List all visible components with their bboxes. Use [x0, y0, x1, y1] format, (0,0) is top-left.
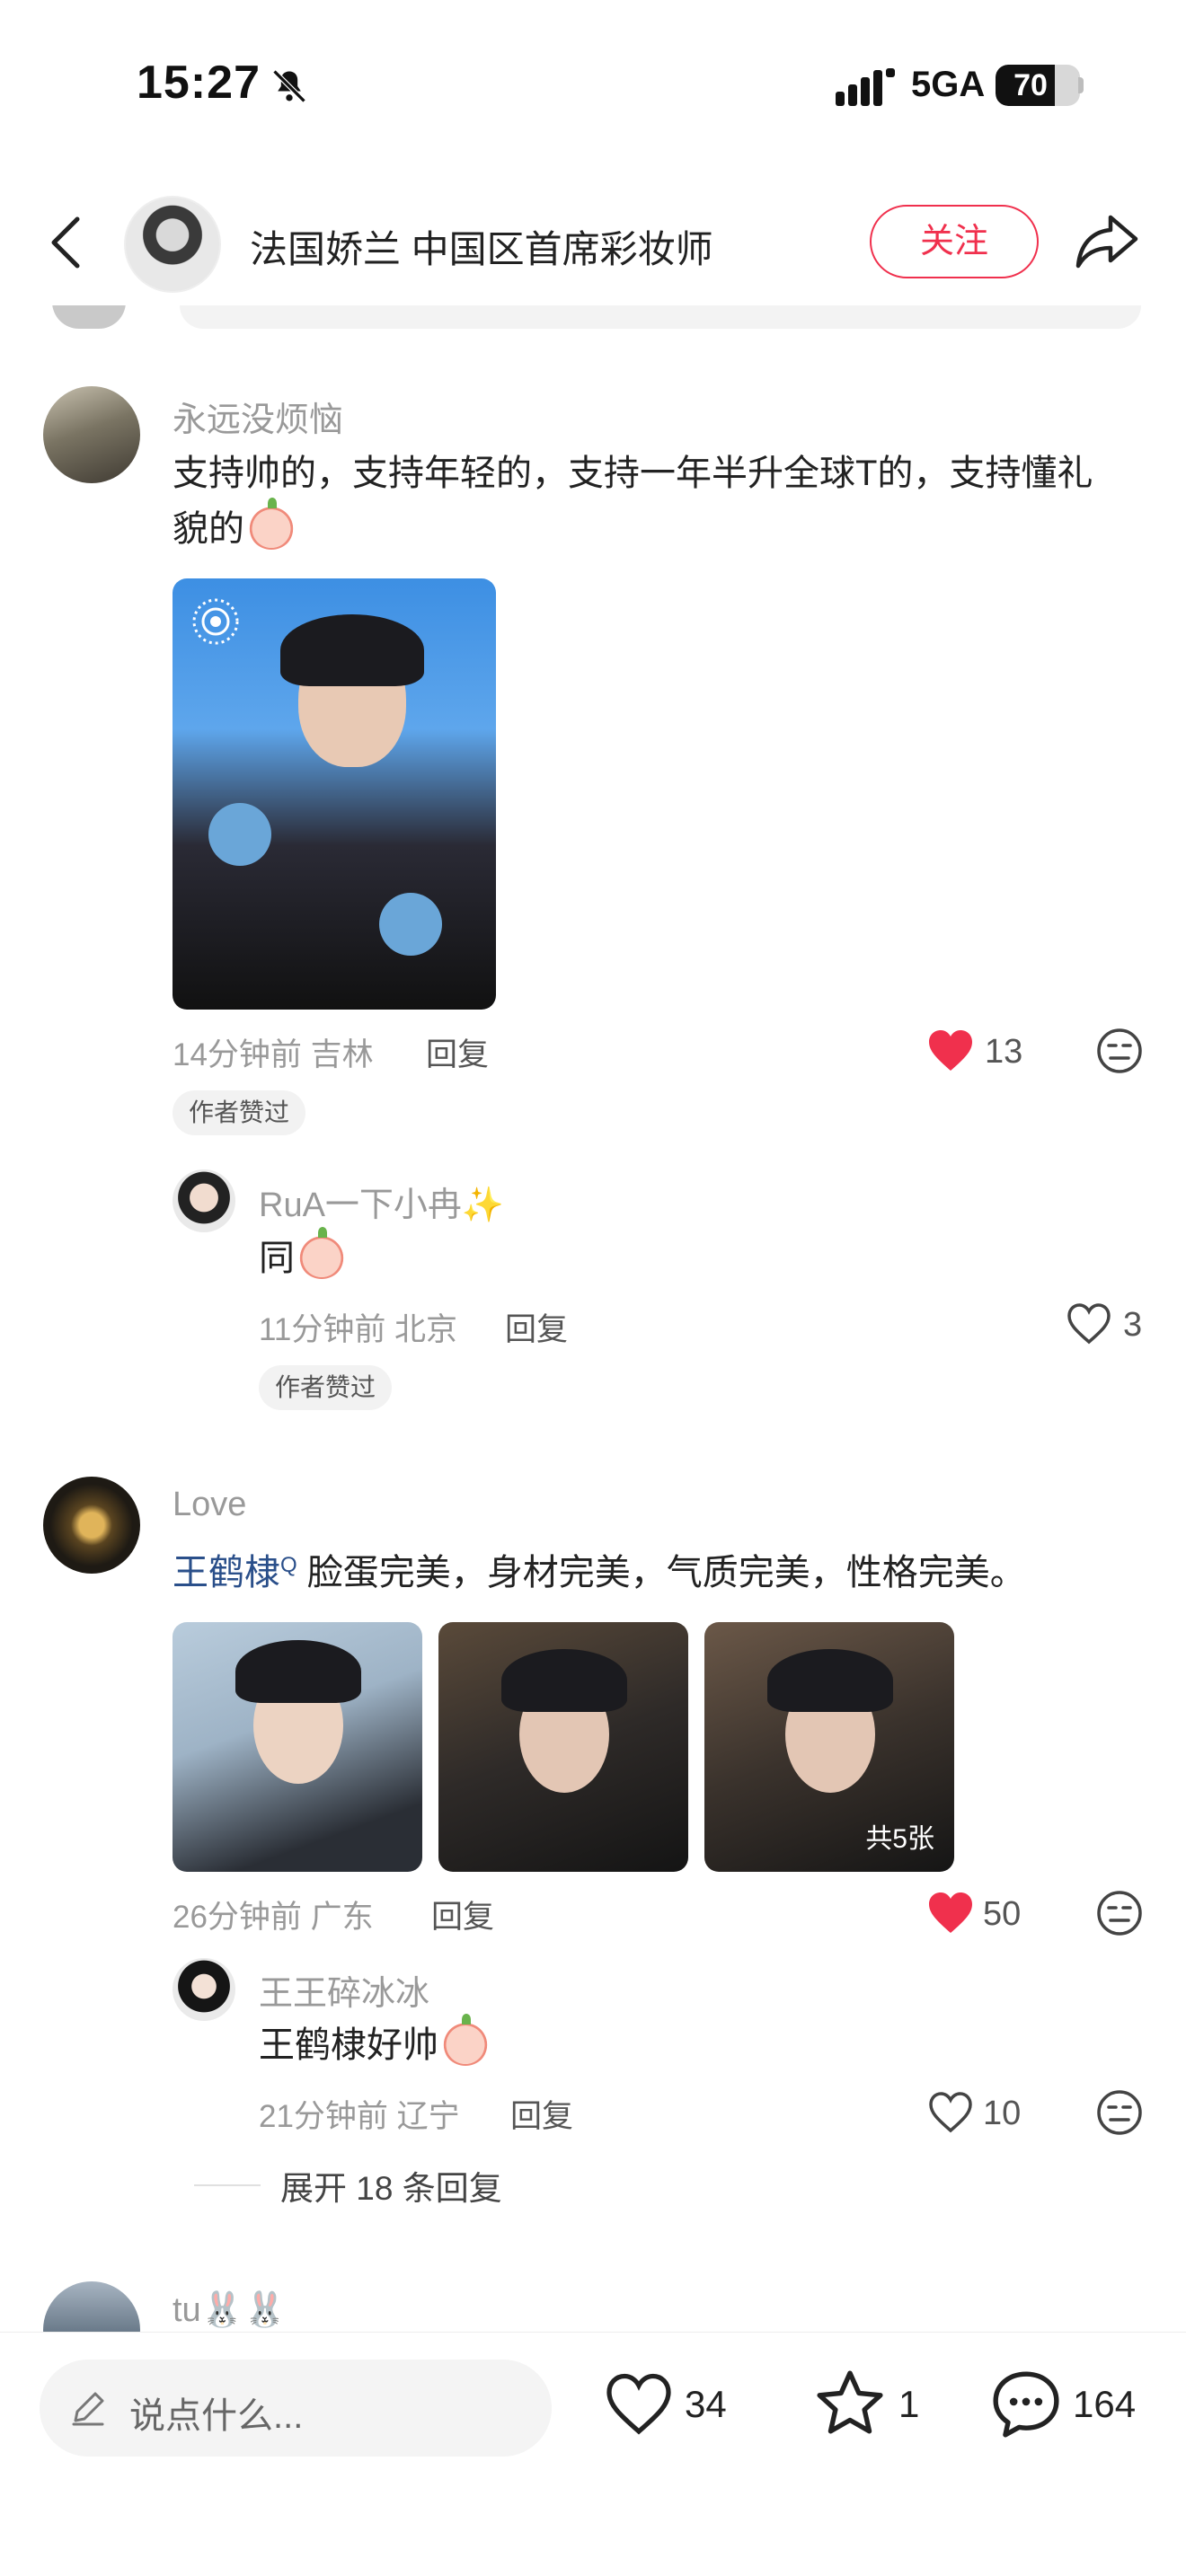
- status-bar: 15:27 5GA 70: [0, 0, 1186, 171]
- author-avatar[interactable]: [124, 196, 221, 293]
- pen-icon: [72, 2392, 104, 2426]
- replier-avatar[interactable]: [173, 1958, 235, 2021]
- reply-text-content: 同: [259, 1239, 295, 1278]
- peach-emoji-icon: [298, 1227, 345, 1279]
- battery-cap: [1078, 77, 1084, 93]
- comment-text-content: 脸蛋完美，身材完美，气质完美，性格完美。: [306, 1553, 1026, 1592]
- blue-rose: [379, 893, 442, 956]
- image-count-label: 共5张: [865, 1824, 934, 1854]
- expand-replies-button[interactable]: 展开 18 条回复: [280, 2161, 502, 2210]
- favorite-total: 1: [898, 2383, 920, 2425]
- commenter-name[interactable]: tu🐰🐰: [173, 2290, 286, 2330]
- comment-text-line2: 貌的: [173, 509, 244, 549]
- post-header: 法国娇兰 中国区首席彩妆师 关注: [0, 180, 1186, 305]
- mute-bell-icon: [272, 69, 306, 103]
- commenter-avatar[interactable]: [43, 1477, 140, 1574]
- emoji-react-icon[interactable]: [1096, 2089, 1143, 2136]
- replier-name[interactable]: RuA一下小冉✨: [259, 1177, 504, 1226]
- heart-outline-icon[interactable]: [927, 2091, 974, 2134]
- reply-text: 王鹤棣好帅: [259, 2014, 489, 2073]
- commenter-name[interactable]: Love: [173, 1486, 246, 1524]
- comment-input[interactable]: 说点什么...: [40, 2360, 552, 2457]
- previous-comment-image: [180, 305, 1141, 329]
- comment-text: 王鹤棣Q 脸蛋完美，身材完美，气质完美，性格完美。: [173, 1538, 1161, 1601]
- comment-time-location: 26分钟前 广东: [173, 1900, 374, 1935]
- peach-emoji-icon: [442, 2014, 489, 2066]
- reply-time-location: 21分钟前 辽宁: [259, 2099, 460, 2134]
- comment-text: 支持帅的，支持年轻的，支持一年半升全球T的，支持懂礼 貌的: [173, 446, 1152, 557]
- reply-button[interactable]: 回复: [505, 1304, 568, 1350]
- heart-filled-icon[interactable]: [927, 1029, 974, 1072]
- reply-button[interactable]: 回复: [510, 2091, 573, 2137]
- emoji-react-icon[interactable]: [1096, 1890, 1143, 1936]
- comment-image[interactable]: [438, 1622, 688, 1872]
- comment-text-line1: 支持帅的，支持年轻的，支持一年半升全球T的，支持懂礼: [173, 454, 1093, 493]
- reply-text: 同: [259, 1227, 345, 1286]
- commenter-name[interactable]: 永远没烦恼: [173, 392, 343, 441]
- reply-text-content: 王鹤棣好帅: [259, 2025, 438, 2065]
- like-count: 3: [1123, 1306, 1143, 1344]
- follow-button[interactable]: 关注: [870, 205, 1039, 278]
- comment-image[interactable]: [173, 578, 496, 1010]
- topic-link[interactable]: 王鹤棣: [173, 1553, 280, 1592]
- network-type: 5GA: [911, 65, 986, 104]
- search-icon: Q: [280, 1553, 297, 1577]
- heart-filled-icon[interactable]: [927, 1892, 974, 1935]
- author-liked-badge: 作者赞过: [259, 1365, 393, 1410]
- comment-bubble-icon[interactable]: [990, 2369, 1062, 2440]
- like-count: 10: [983, 2095, 1022, 2132]
- photo-hair: [280, 614, 424, 686]
- share-icon[interactable]: [1075, 212, 1139, 271]
- signal-icon: [836, 68, 895, 106]
- star-icon[interactable]: [814, 2369, 886, 2439]
- author-name[interactable]: 法国娇兰 中国区首席彩妆师: [250, 219, 713, 274]
- live-photo-icon: [192, 598, 239, 645]
- comment-time-location: 14分钟前 吉林: [173, 1037, 374, 1072]
- like-icon[interactable]: [604, 2372, 674, 2437]
- reply-button[interactable]: 回复: [426, 1029, 489, 1075]
- bottom-action-bar: 说点什么... 34 1 164: [0, 2332, 1186, 2576]
- reply-button[interactable]: 回复: [431, 1892, 494, 1937]
- back-icon[interactable]: [45, 214, 90, 271]
- photo-hair: [767, 1649, 893, 1712]
- replier-name[interactable]: 王王碎冰冰: [259, 1965, 429, 2015]
- previous-comment-avatar: [52, 302, 126, 329]
- like-total: 34: [685, 2383, 727, 2425]
- commenter-avatar[interactable]: [43, 386, 140, 483]
- battery-icon: 70: [996, 65, 1080, 106]
- photo-hair: [235, 1640, 361, 1703]
- comment-input-placeholder: 说点什么...: [129, 2396, 304, 2436]
- battery-level: 70: [1013, 68, 1048, 102]
- photo-hair: [501, 1649, 627, 1712]
- expand-divider: [194, 2184, 261, 2186]
- comment-image[interactable]: 共5张: [704, 1622, 954, 1872]
- comment-image[interactable]: [173, 1622, 422, 1872]
- like-count: 13: [985, 1033, 1023, 1071]
- comment-total: 164: [1073, 2383, 1137, 2425]
- reply-time-location: 11分钟前 北京: [259, 1312, 458, 1347]
- blue-rose: [208, 803, 271, 866]
- emoji-react-icon[interactable]: [1096, 1028, 1143, 1074]
- like-count: 50: [983, 1895, 1022, 1933]
- peach-emoji-icon: [248, 498, 295, 550]
- author-liked-badge: 作者赞过: [173, 1090, 306, 1135]
- status-time: 15:27: [137, 57, 261, 109]
- replier-avatar[interactable]: [173, 1169, 235, 1232]
- heart-outline-icon[interactable]: [1066, 1302, 1112, 1345]
